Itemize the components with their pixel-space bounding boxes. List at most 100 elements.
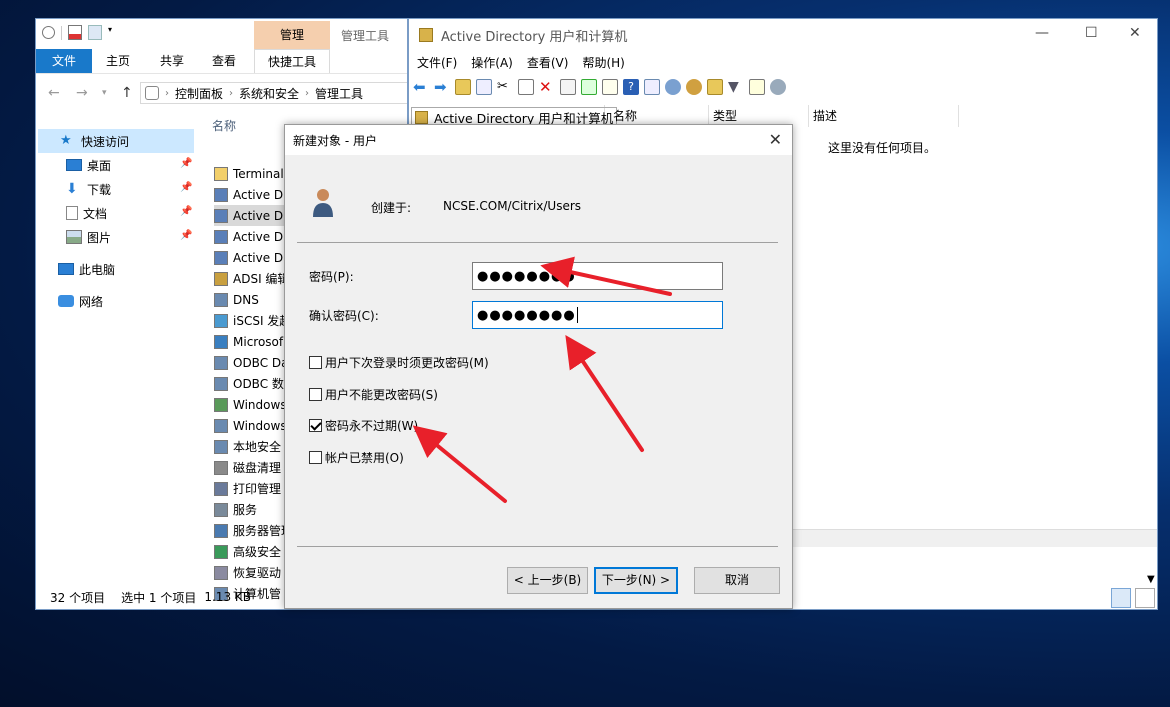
next-button[interactable]: 下一步(N) >	[594, 567, 678, 594]
cancel-button[interactable]: 取消	[694, 567, 780, 594]
menu-file[interactable]: 文件(F)	[417, 54, 457, 71]
nav-desktop[interactable]: 桌面 📌	[36, 153, 192, 177]
divider	[297, 546, 778, 547]
close-icon[interactable]: ✕	[769, 130, 782, 149]
copy-icon[interactable]	[518, 79, 534, 95]
console-tree-icon[interactable]	[476, 79, 492, 95]
large-icons-view-icon[interactable]	[1135, 588, 1155, 608]
column-header-description[interactable]: 描述	[809, 105, 959, 127]
maximize-icon[interactable]: ☐	[1085, 25, 1098, 41]
breadcrumb-admin-tools[interactable]: 管理工具	[315, 85, 363, 102]
tab-quick-tools[interactable]: 快捷工具	[254, 49, 330, 73]
forward-arrow-icon[interactable]: →	[76, 85, 88, 101]
ad-toolbar: ⬅ ➡ ✂ ✕ ? ▼	[409, 75, 1157, 99]
properties-icon[interactable]	[560, 79, 576, 95]
divider	[297, 242, 778, 243]
account-disabled-checkbox[interactable]: 帐户已禁用(O)	[309, 449, 404, 466]
pin-icon[interactable]: 📌	[180, 182, 192, 194]
cannot-change-password-checkbox[interactable]: 用户不能更改密码(S)	[309, 386, 438, 403]
shortcut-icon	[214, 355, 228, 370]
breadcrumb-control-panel[interactable]: 控制面板	[175, 85, 223, 102]
nav-documents[interactable]: 文档 📌	[36, 201, 192, 225]
ad-menubar: 文件(F) 操作(A) 查看(V) 帮助(H)	[409, 51, 1157, 73]
nav-downloads[interactable]: ⬇ 下载 📌	[36, 177, 192, 201]
document-icon	[66, 206, 78, 220]
password-never-expires-checkbox[interactable]: 密码永不过期(W)	[309, 417, 418, 434]
back-arrow-icon[interactable]: ⬅	[413, 79, 429, 95]
find-icon[interactable]	[749, 79, 765, 95]
new-ou-icon[interactable]	[707, 79, 723, 95]
tab-file[interactable]: 文件	[36, 49, 92, 73]
chevron-down-icon[interactable]: ▾	[108, 25, 116, 40]
pin-icon[interactable]: 📌	[180, 158, 192, 170]
view-icon[interactable]	[644, 79, 660, 95]
dialog-titlebar: 新建对象 - 用户	[285, 125, 792, 155]
settings-icon[interactable]	[42, 26, 55, 39]
filter-icon[interactable]: ▼	[728, 79, 744, 95]
shortcut-icon	[214, 502, 228, 517]
user-icon	[313, 189, 333, 217]
recent-chevron-icon[interactable]: ▾	[102, 88, 107, 98]
breadcrumb-system-security[interactable]: 系统和安全	[239, 85, 299, 102]
nav-quick-access[interactable]: ★ 快速访问	[38, 129, 194, 153]
column-header-name[interactable]: 名称	[212, 117, 236, 134]
refresh-icon[interactable]	[581, 79, 597, 95]
close-icon[interactable]: ✕	[1129, 25, 1141, 41]
shortcut-icon	[214, 544, 228, 559]
nav-network[interactable]: 网络	[36, 289, 192, 313]
shortcut-icon	[214, 481, 228, 496]
delete-icon[interactable]: ✕	[539, 79, 555, 95]
pictures-icon	[66, 230, 82, 244]
checkbox-box[interactable]	[309, 356, 322, 369]
shortcut-icon	[214, 313, 228, 328]
ad-folder-icon	[415, 110, 428, 124]
checkbox-box[interactable]	[309, 451, 322, 464]
confirm-password-input[interactable]: ●●●●●●●●	[472, 301, 723, 329]
pin-icon[interactable]: 📌	[180, 230, 192, 242]
shortcut-icon	[214, 565, 228, 580]
new-group-icon[interactable]	[686, 79, 702, 95]
minimize-icon[interactable]: —	[1035, 25, 1049, 41]
vertical-scrollbar[interactable]: ▼	[1145, 105, 1157, 585]
new-user-dialog: 新建对象 - 用户 ✕ 创建于: NCSE.COM/Citrix/Users 密…	[284, 124, 793, 609]
back-button[interactable]: < 上一步(B)	[507, 567, 588, 594]
password-input[interactable]: ●●●●●●●●	[472, 262, 723, 290]
checkbox-box[interactable]	[309, 388, 322, 401]
checkbox-box-checked[interactable]	[309, 419, 322, 432]
tab-share[interactable]: 共享	[154, 49, 190, 73]
nav-pictures[interactable]: 图片 📌	[36, 225, 192, 249]
scroll-down-icon[interactable]: ▼	[1147, 574, 1155, 585]
nav-this-pc[interactable]: 此电脑	[36, 257, 192, 281]
help-icon[interactable]: ?	[623, 79, 639, 95]
address-bar-row: ← → ▾ ↑ › 控制面板 › 系统和安全 › 管理工具	[36, 76, 407, 108]
text-caret	[576, 307, 578, 323]
must-change-password-checkbox[interactable]: 用户下次登录时须更改密码(M)	[309, 354, 489, 371]
created-in-label: 创建于:	[371, 201, 412, 215]
add-to-group-icon[interactable]	[770, 79, 786, 95]
forward-arrow-icon[interactable]: ➡	[434, 79, 450, 95]
up-arrow-icon[interactable]: ↑	[121, 85, 133, 101]
tab-view[interactable]: 查看	[206, 49, 242, 73]
menu-help[interactable]: 帮助(H)	[582, 54, 624, 71]
cut-icon[interactable]: ✂	[497, 79, 513, 95]
details-view-icon[interactable]	[1111, 588, 1131, 608]
tab-home[interactable]: 主页	[100, 49, 136, 73]
address-box[interactable]: › 控制面板 › 系统和安全 › 管理工具	[140, 82, 407, 104]
export-icon[interactable]	[602, 79, 618, 95]
ad-window-title: Active Directory 用户和计算机	[441, 29, 628, 45]
back-arrow-icon[interactable]: ←	[48, 85, 60, 101]
menu-action[interactable]: 操作(A)	[471, 54, 513, 71]
pin-icon[interactable]: 📌	[180, 206, 192, 218]
properties-icon[interactable]	[68, 25, 82, 40]
new-folder-icon[interactable]	[88, 25, 102, 40]
shortcut-icon	[214, 376, 228, 391]
download-icon: ⬇	[66, 181, 78, 197]
folder-up-icon[interactable]	[455, 79, 471, 95]
window-title: 管理工具	[341, 29, 390, 43]
shortcut-icon	[214, 271, 228, 286]
menu-view[interactable]: 查看(V)	[527, 54, 569, 71]
ribbon-context-tab[interactable]: 管理	[254, 21, 330, 49]
shortcut-icon	[214, 208, 228, 223]
new-user-icon[interactable]	[665, 79, 681, 95]
computer-icon	[58, 263, 74, 275]
